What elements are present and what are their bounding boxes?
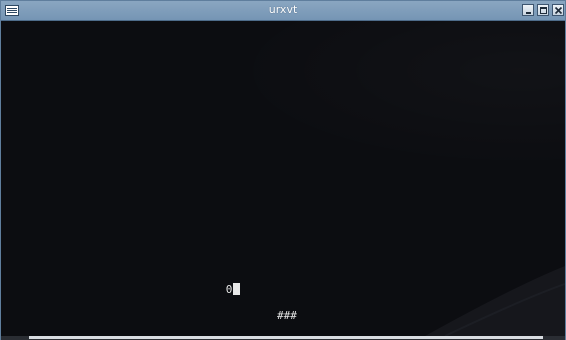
window-title: urxvt xyxy=(268,3,298,16)
terminal-line: 0 xyxy=(186,270,241,296)
terminal-window: urxvt 0 ### xyxy=(0,0,566,340)
close-icon xyxy=(554,6,563,15)
minimize-icon xyxy=(526,12,531,14)
maximize-icon xyxy=(540,7,547,14)
maximize-button[interactable] xyxy=(537,4,549,16)
scrollbar-thumb[interactable] xyxy=(29,336,543,339)
scrollbar[interactable] xyxy=(1,336,565,340)
terminal-bottom-text: ### xyxy=(277,309,297,322)
terminal-line-text: 0 xyxy=(225,283,233,296)
background-decoration xyxy=(425,266,565,336)
minimize-button[interactable] xyxy=(522,4,534,16)
titlebar[interactable]: urxvt xyxy=(1,1,565,21)
close-button[interactable] xyxy=(552,4,564,16)
terminal-area[interactable]: 0 ### xyxy=(1,21,565,336)
text-cursor xyxy=(233,283,241,295)
